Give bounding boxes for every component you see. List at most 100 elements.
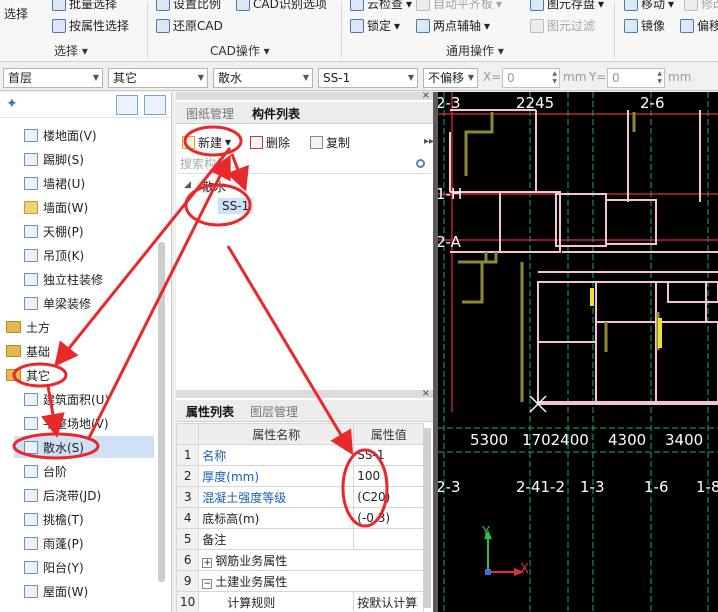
list-view-icon[interactable] bbox=[116, 95, 138, 115]
row-name: − 土建业务属性 bbox=[198, 570, 425, 592]
restore-cad-button[interactable]: 还原CAD bbox=[156, 18, 223, 34]
axis-label-top: 2-3 bbox=[438, 94, 461, 112]
row-name: 混凝土强度等级 bbox=[198, 486, 355, 508]
table-row[interactable]: 9 − 土建业务属性 bbox=[175, 570, 425, 592]
type-dropdown[interactable]: 散水 ▼ bbox=[213, 68, 313, 88]
tree-item-apron[interactable]: 散水(S) bbox=[14, 436, 154, 458]
tree-item-steps[interactable]: 台阶 bbox=[24, 460, 67, 482]
tree-item-label: 吊顶(K) bbox=[43, 248, 85, 263]
offset-mode-dropdown[interactable]: 不偏移 ▼ bbox=[423, 68, 478, 88]
row-name: 厚度(mm) bbox=[198, 465, 355, 487]
row-value[interactable]: (C20) bbox=[353, 486, 425, 508]
folder-icon bbox=[6, 321, 21, 333]
element-filter-button[interactable]: 图元过滤 bbox=[530, 18, 595, 34]
row-value[interactable]: SS-1 bbox=[353, 444, 425, 466]
row-value[interactable]: 按默认计算 bbox=[353, 591, 425, 612]
tab-drawing-management[interactable]: 图纸管理 bbox=[186, 105, 234, 122]
tree-item-label: 天棚(P) bbox=[43, 224, 84, 239]
row-index: 1 bbox=[175, 444, 200, 466]
set-scale-button[interactable]: 设置比例 bbox=[156, 0, 221, 12]
table-row[interactable]: 6 + 钢筋业务属性 bbox=[175, 549, 425, 571]
delete-button[interactable]: 删除 bbox=[250, 132, 290, 152]
x-input[interactable]: 0 ▲ ▼ bbox=[502, 68, 560, 88]
cad-drawing-canvas[interactable]: 2-3 2245 2-6 1-H 2-A 5300 1702400 4300 3… bbox=[438, 92, 718, 612]
auto-level-button[interactable]: 自动平齐板 ▾ bbox=[416, 0, 502, 12]
tree-item-canopy[interactable]: 雨蓬(P) bbox=[24, 532, 84, 554]
component-group[interactable]: 散水 bbox=[202, 178, 226, 195]
grid-view-icon[interactable] bbox=[144, 95, 166, 115]
spinner-icon[interactable]: ▲ ▼ bbox=[657, 70, 662, 86]
row-value[interactable]: (-0.3) bbox=[353, 507, 425, 529]
table-row[interactable]: 2 厚度(mm) 100 bbox=[175, 465, 425, 487]
close-icon[interactable]: × bbox=[422, 389, 430, 399]
tree-item-label: 挑檐(T) bbox=[43, 512, 84, 527]
y-input[interactable]: 0 ▲ ▼ bbox=[607, 68, 665, 88]
floor-icon bbox=[24, 128, 38, 142]
tree-item-wall-face[interactable]: 墙面(W) bbox=[24, 196, 88, 218]
category-dropdown[interactable]: 其它 ▼ bbox=[108, 68, 208, 88]
tree-item-suspended-ceiling[interactable]: 吊顶(K) bbox=[24, 244, 84, 266]
tree-item-post-pour-strip[interactable]: 后浇带(JD) bbox=[24, 484, 101, 506]
tree-folder-earthwork[interactable]: 土方 bbox=[6, 316, 50, 338]
cloud-check-button[interactable]: 云检查 ▾ bbox=[350, 0, 412, 12]
tree-folder-foundation[interactable]: 基础 bbox=[6, 340, 50, 362]
expand-icon[interactable]: + bbox=[202, 557, 213, 568]
tree-scrollbar[interactable] bbox=[158, 242, 165, 582]
select-button[interactable]: 选择 bbox=[4, 6, 28, 22]
row-value[interactable]: 100 bbox=[353, 465, 425, 487]
panel-title-bar: × bbox=[176, 389, 433, 399]
move-button[interactable]: 移动 ▾ bbox=[624, 0, 674, 12]
copy-icon bbox=[310, 135, 323, 149]
tree-item-site-leveling[interactable]: 平整场地(V) bbox=[24, 412, 109, 434]
header-value: 属性值 bbox=[353, 423, 425, 445]
tree-item-building-area[interactable]: 建筑面积(U) bbox=[24, 388, 109, 410]
tree-item-beam-finish[interactable]: 单梁装修 bbox=[24, 292, 91, 314]
component-item[interactable]: SS-1 bbox=[218, 198, 254, 214]
row-value[interactable] bbox=[353, 528, 425, 550]
collapse-icon[interactable]: − bbox=[202, 578, 213, 589]
tree-item-ceiling[interactable]: 天棚(P) bbox=[24, 220, 84, 242]
table-row[interactable]: 3 混凝土强度等级 (C20) bbox=[175, 486, 425, 508]
tree-item-eaves[interactable]: 挑檐(T) bbox=[24, 508, 84, 530]
sparkle-icon[interactable]: ✦ bbox=[6, 96, 18, 112]
tree-item-balcony[interactable]: 阳台(Y) bbox=[24, 556, 84, 578]
tree-item-column-finish[interactable]: 独立柱装修 bbox=[24, 268, 103, 290]
floor-dropdown[interactable]: 首层 ▼ bbox=[3, 68, 103, 88]
tab-component-list[interactable]: 构件列表 bbox=[252, 105, 300, 122]
spinner-icon[interactable]: ▲ ▼ bbox=[552, 70, 557, 86]
table-row[interactable]: 4 底标高(m) (-0.3) bbox=[175, 507, 425, 529]
copy-button[interactable]: 复制 bbox=[310, 132, 350, 152]
table-row[interactable]: 5 备注 bbox=[175, 528, 425, 550]
ucs-x-label: X bbox=[520, 562, 529, 577]
tree-item-floor[interactable]: 楼地面(V) bbox=[24, 124, 97, 146]
mirror-button[interactable]: 镜像 bbox=[624, 18, 665, 34]
tree-item-dado[interactable]: 墙裙(U) bbox=[24, 172, 85, 194]
tab-property-list[interactable]: 属性列表 bbox=[186, 403, 234, 420]
two-point-aux-button[interactable]: 两点辅轴 ▾ bbox=[416, 18, 490, 34]
new-button[interactable]: 新建 ▾ bbox=[182, 132, 231, 152]
offset-button[interactable]: 偏移 bbox=[680, 18, 718, 34]
tree-item-label: 单梁装修 bbox=[43, 296, 92, 311]
scale-icon bbox=[156, 0, 170, 11]
modify-button[interactable]: 修改 bbox=[684, 0, 718, 12]
cad-identify-button[interactable]: CAD识别选项 bbox=[236, 0, 327, 12]
tree-folder-other[interactable]: 其它 bbox=[6, 364, 50, 386]
property-scrollbar[interactable] bbox=[423, 428, 431, 608]
collapse-icon[interactable]: ◢ bbox=[184, 180, 191, 190]
auto-level-icon bbox=[416, 0, 430, 11]
tree-item-roof[interactable]: 屋面(W) bbox=[24, 580, 88, 602]
prop-select-button[interactable]: 按属性选择 bbox=[52, 18, 129, 34]
batch-select-button[interactable]: 批量选择 bbox=[52, 0, 117, 12]
component-search-input[interactable]: 搜索构件... bbox=[178, 154, 431, 174]
tab-layer-management[interactable]: 图层管理 bbox=[250, 403, 298, 420]
table-row[interactable]: 1 名称 SS-1 bbox=[175, 444, 425, 466]
panel-title-bar: × bbox=[176, 91, 433, 101]
tree-item-skirting[interactable]: 踢脚(S) bbox=[24, 148, 84, 170]
element-dropdown[interactable]: SS-1 ▼ bbox=[318, 68, 418, 88]
table-row[interactable]: 10 计算规则 按默认计算 bbox=[175, 591, 425, 612]
lock-button[interactable]: 锁定 ▾ bbox=[350, 18, 400, 34]
table-header: 属性名称 属性值 bbox=[175, 423, 425, 445]
roof-icon bbox=[24, 584, 38, 598]
save-element-button[interactable]: 图元存盘 ▾ bbox=[530, 0, 604, 12]
close-icon[interactable]: × bbox=[422, 91, 430, 101]
